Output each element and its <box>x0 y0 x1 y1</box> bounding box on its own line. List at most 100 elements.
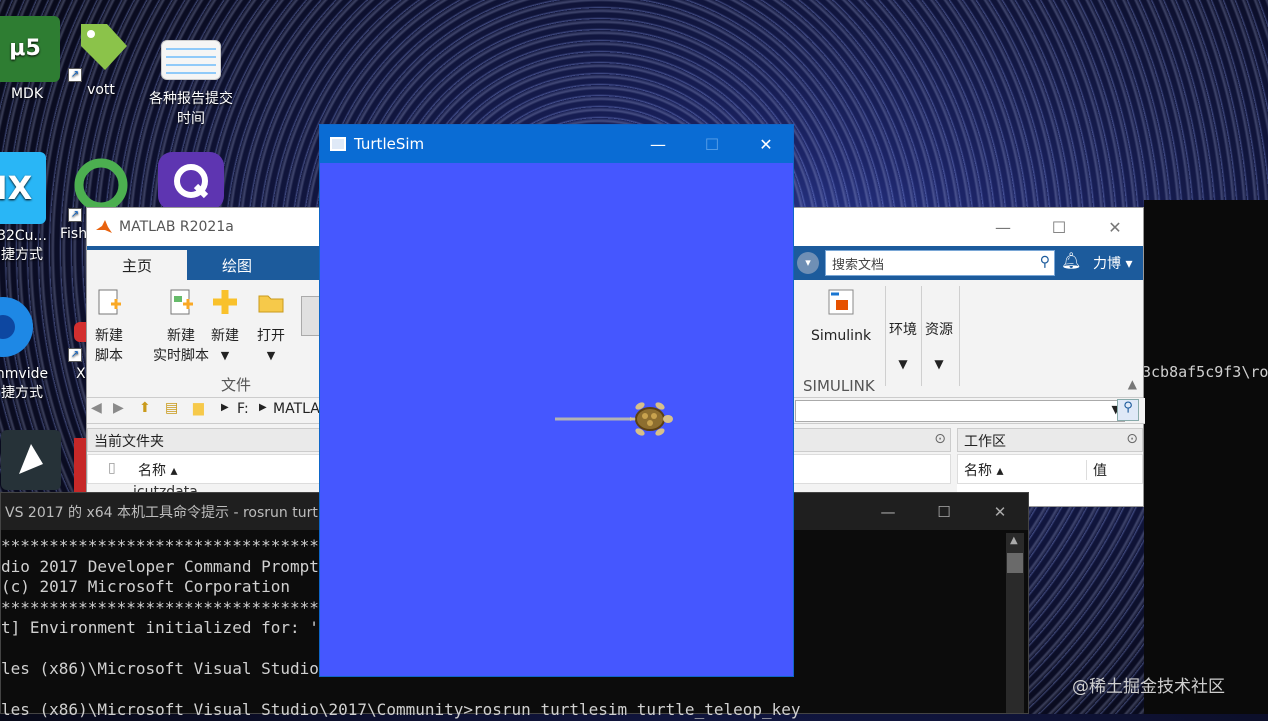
nmvideo-icon <box>0 292 38 362</box>
simulink-button[interactable]: Simulink <box>811 288 871 346</box>
minimize-button[interactable]: — <box>975 208 1031 246</box>
new-label: 新建 <box>211 328 239 344</box>
forward-icon[interactable]: ▶ <box>113 400 124 416</box>
cmd-scrollbar[interactable]: ▲ <box>1006 533 1024 713</box>
desktop-icon-stm32cube[interactable]: MX 32Cu... 捷方式 <box>0 152 52 264</box>
shortcut-arrow-icon: ↗ <box>68 68 82 82</box>
maximize-button[interactable]: ☐ <box>916 493 972 530</box>
bell-icon[interactable]: 🔔︎ <box>1061 251 1081 270</box>
turtlesim-titlebar[interactable]: TurtleSim — ☐ ✕ <box>320 125 793 163</box>
user-menu[interactable]: 力博 ▾ <box>1093 253 1132 273</box>
new-live-script-button[interactable]: 新建 实时脚本 <box>153 288 209 366</box>
desktop-icon-report[interactable]: 各种报告提交 时间 <box>146 40 236 128</box>
search-docs-input[interactable]: 搜索文档 ⚲ <box>825 250 1055 276</box>
workspace-column-header: 名称 ▴ 值 <box>957 454 1143 484</box>
resources-button[interactable]: 资源 ▼ <box>925 320 953 374</box>
desktop-icon-label: nmvide 捷方式 <box>0 366 49 401</box>
browse-folder-icon[interactable]: ▤ <box>165 400 178 416</box>
environment-label: 环境 <box>889 322 917 338</box>
cmd-title: VS 2017 的 x64 本机工具命令提示 - rosrun turtle <box>5 504 331 521</box>
desktop-icon-nmvideo[interactable]: nmvide 捷方式 <box>0 292 52 402</box>
name-column-header[interactable]: 名称 ▴ <box>138 460 177 480</box>
turtle-icon <box>630 402 673 436</box>
dropdown-arrow-icon: ▼ <box>266 349 276 362</box>
folder-icon: ▆ <box>193 400 204 416</box>
search-placeholder: 搜索文档 <box>832 258 885 273</box>
turtlesim-drawing <box>555 402 673 436</box>
desktop-icon-dark[interactable] <box>0 430 76 494</box>
tab-plots[interactable]: 绘图 <box>187 250 287 280</box>
desktop-icon-label: vott <box>87 82 115 98</box>
desktop-icon-q[interactable] <box>146 152 236 214</box>
up-folder-icon[interactable]: ⬆ <box>139 400 151 416</box>
turtlesim-window[interactable]: TurtleSim — ☐ ✕ <box>319 124 794 677</box>
open-button[interactable]: 打开 ▼ <box>257 288 285 366</box>
workspace-title: 工作区 <box>964 434 1006 450</box>
desktop-icon-label: 32Cu... 捷方式 <box>0 228 47 263</box>
workspace-value-column[interactable]: 值 <box>1086 460 1107 480</box>
window-app-icon <box>330 137 346 151</box>
shortcut-arrow-icon: ↗ <box>68 208 82 222</box>
turtlesim-canvas[interactable] <box>320 163 793 676</box>
close-button[interactable]: ✕ <box>1087 208 1143 246</box>
file-group-label: 文件 <box>221 376 252 394</box>
maximize-button[interactable]: ☐ <box>685 125 739 163</box>
turtlesim-title: TurtleSim <box>354 135 425 153</box>
minimize-button[interactable]: — <box>860 493 916 530</box>
scroll-up-icon[interactable]: ▲ <box>1010 535 1018 546</box>
search-icon[interactable]: ⚲ <box>1040 254 1050 270</box>
pane-menu-icon[interactable]: ⊙ <box>1126 431 1138 447</box>
find-files-icon[interactable] <box>301 296 321 336</box>
open-label: 打开 <box>257 328 285 344</box>
path-folder[interactable]: MATLA <box>273 401 320 417</box>
desktop-icon-mdk[interactable]: μ5 MDK <box>0 16 60 102</box>
dark-app-icon <box>1 430 61 490</box>
new-button[interactable]: 新建 ▼ <box>211 288 239 366</box>
file-type-icon: ▯ <box>108 460 116 476</box>
back-icon[interactable]: ◀ <box>91 400 102 416</box>
pane-menu-icon[interactable]: ⊙ <box>934 431 946 447</box>
mdk-icon: μ5 <box>0 16 60 82</box>
dropdown-arrow-icon: ▼ <box>220 349 230 362</box>
close-button[interactable]: ✕ <box>739 125 793 163</box>
simulink-icon <box>828 289 854 315</box>
help-icon[interactable]: ▾ <box>797 252 819 274</box>
new-live-script-icon <box>170 289 193 315</box>
new-script-label: 新建 脚本 <box>95 328 123 364</box>
workspace-pane-header[interactable]: 工作区 ⊙ <box>957 428 1143 452</box>
search-folder-icon[interactable]: ⚲ <box>1117 399 1139 421</box>
cmd-window-controls: — ☐ ✕ <box>860 493 1028 530</box>
turtlesim-window-controls: — ☐ ✕ <box>631 125 793 163</box>
background-console-text: 3cb8af5c9f3\ro <box>1142 363 1268 381</box>
background-console-window[interactable] <box>1144 200 1268 714</box>
simulink-label: Simulink <box>811 328 872 344</box>
document-thumbnail-icon <box>161 40 221 80</box>
shortcut-arrow-icon: ↗ <box>68 348 82 362</box>
vott-icon <box>71 16 131 76</box>
path-separator-icon: ▶ <box>259 402 267 413</box>
new-script-button[interactable]: 新建 脚本 <box>95 288 123 366</box>
workspace-name-column[interactable]: 名称 ▴ <box>964 460 1003 480</box>
dropdown-arrow-icon: ▼ <box>934 357 944 371</box>
collapse-ribbon-icon[interactable]: ▲ <box>1128 377 1137 391</box>
simulink-group-label: SIMULINK <box>803 377 875 395</box>
cmd-line <box>1 680 1028 701</box>
matlab-window-controls: — ☐ ✕ <box>975 208 1143 246</box>
resources-label: 资源 <box>925 322 953 338</box>
maximize-button[interactable]: ☐ <box>1031 208 1087 246</box>
desktop-icon-vott[interactable]: ↗ vott <box>56 16 146 98</box>
q-app-icon <box>158 152 224 210</box>
path-separator-icon: ▶ <box>221 402 229 413</box>
red-app-icon[interactable] <box>74 438 86 492</box>
path-input[interactable]: ▼ <box>795 400 1125 422</box>
tab-home[interactable]: 主页 <box>87 250 187 280</box>
stm32cube-icon: MX <box>0 152 46 224</box>
fish-icon <box>72 156 130 214</box>
desktop-icon-label: MDK <box>10 86 44 102</box>
environment-button[interactable]: 环境 ▼ <box>889 320 917 374</box>
scrollbar-thumb[interactable] <box>1007 553 1023 573</box>
close-button[interactable]: ✕ <box>972 493 1028 530</box>
path-drive[interactable]: F: <box>237 401 249 417</box>
matlab-logo-icon <box>96 220 112 233</box>
minimize-button[interactable]: — <box>631 125 685 163</box>
